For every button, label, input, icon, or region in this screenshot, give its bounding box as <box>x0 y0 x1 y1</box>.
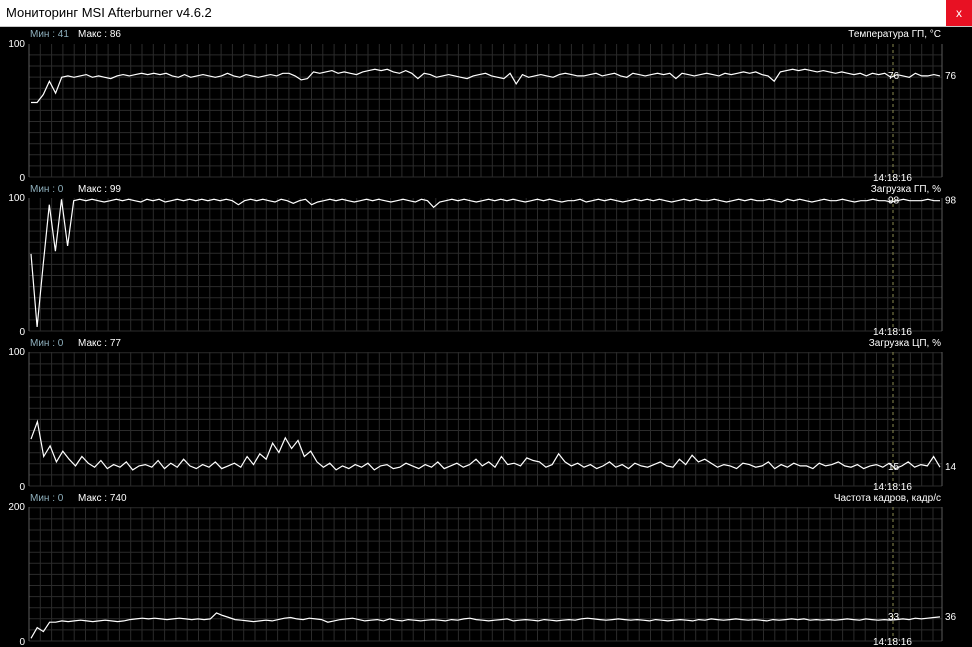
min-value-label: Мин : 0 <box>30 184 64 195</box>
window-title: Мониторинг MSI Afterburner v4.6.2 <box>6 5 212 20</box>
min-value-label: Мин : 0 <box>30 493 64 504</box>
close-icon: x <box>956 6 962 20</box>
y-axis-min-label: 0 <box>19 482 25 493</box>
cursor-value-label: 98 <box>888 196 900 207</box>
max-value-label: Макс : 86 <box>78 29 121 40</box>
y-axis-max-label: 100 <box>8 39 25 50</box>
graph-series-line <box>30 612 941 639</box>
cursor-time-label: 14:18:16 <box>873 637 912 647</box>
graph-series-line <box>30 419 941 471</box>
current-value-label: 98 <box>945 196 957 207</box>
cursor-value-label: 33 <box>888 612 900 623</box>
min-value-label: Мин : 0 <box>30 338 64 349</box>
cursor-time-label: 14:18:16 <box>873 482 912 493</box>
cursor-value-label: 76 <box>888 71 900 82</box>
graph-panel[interactable]: Мин : 41 Макс : 86 Температура ГП, °C 100 0 7… <box>8 29 956 184</box>
cursor-time-label: 14:18:16 <box>873 327 912 338</box>
graph-title: Частота кадров, кадр/с <box>834 493 941 504</box>
title-bar: Мониторинг MSI Afterburner v4.6.2 x <box>0 0 972 27</box>
cursor-time-label: 14:18:16 <box>873 173 912 184</box>
y-axis-min-label: 0 <box>19 327 25 338</box>
current-value-label: 36 <box>945 612 957 623</box>
y-axis-max-label: 200 <box>8 502 25 513</box>
current-value-label: 76 <box>945 71 957 82</box>
max-value-label: Макс : 77 <box>78 338 121 349</box>
graph-title: Температура ГП, °C <box>848 29 941 40</box>
close-button[interactable]: x <box>946 0 972 26</box>
graph-title: Загрузка ЦП, % <box>869 338 941 349</box>
graph-series-line <box>31 68 941 104</box>
monitoring-area[interactable]: Мин : 41 Макс : 86 Температура ГП, °C 100 0 7… <box>0 27 972 647</box>
y-axis-min-label: 0 <box>19 637 25 647</box>
cursor-value-label: 15 <box>888 462 900 473</box>
graph-panel[interactable]: Мин : 0 Макс : 740 Частота кадров, кадр/с 2… <box>8 493 956 647</box>
graph-title: Загрузка ГП, % <box>871 184 941 195</box>
max-value-label: Макс : 99 <box>78 184 121 195</box>
graph-panel[interactable]: Мин : 0 Макс : 77 Загрузка ЦП, % 100 0 15 14 14… <box>8 338 956 493</box>
graph-series-line <box>30 198 940 328</box>
y-axis-max-label: 100 <box>8 193 25 204</box>
y-axis-min-label: 0 <box>19 173 25 184</box>
max-value-label: Макс : 740 <box>78 493 127 504</box>
graph-grid <box>28 44 942 178</box>
y-axis-max-label: 100 <box>8 347 25 358</box>
graph-grid <box>28 198 942 332</box>
min-value-label: Мин : 41 <box>30 29 69 40</box>
monitoring-graphs[interactable]: Мин : 41 Макс : 86 Температура ГП, °C 100 0 7… <box>0 27 972 647</box>
current-value-label: 14 <box>945 462 957 473</box>
graph-panel[interactable]: Мин : 0 Макс : 99 Загрузка ГП, % 100 0 98 98 14… <box>8 184 956 338</box>
